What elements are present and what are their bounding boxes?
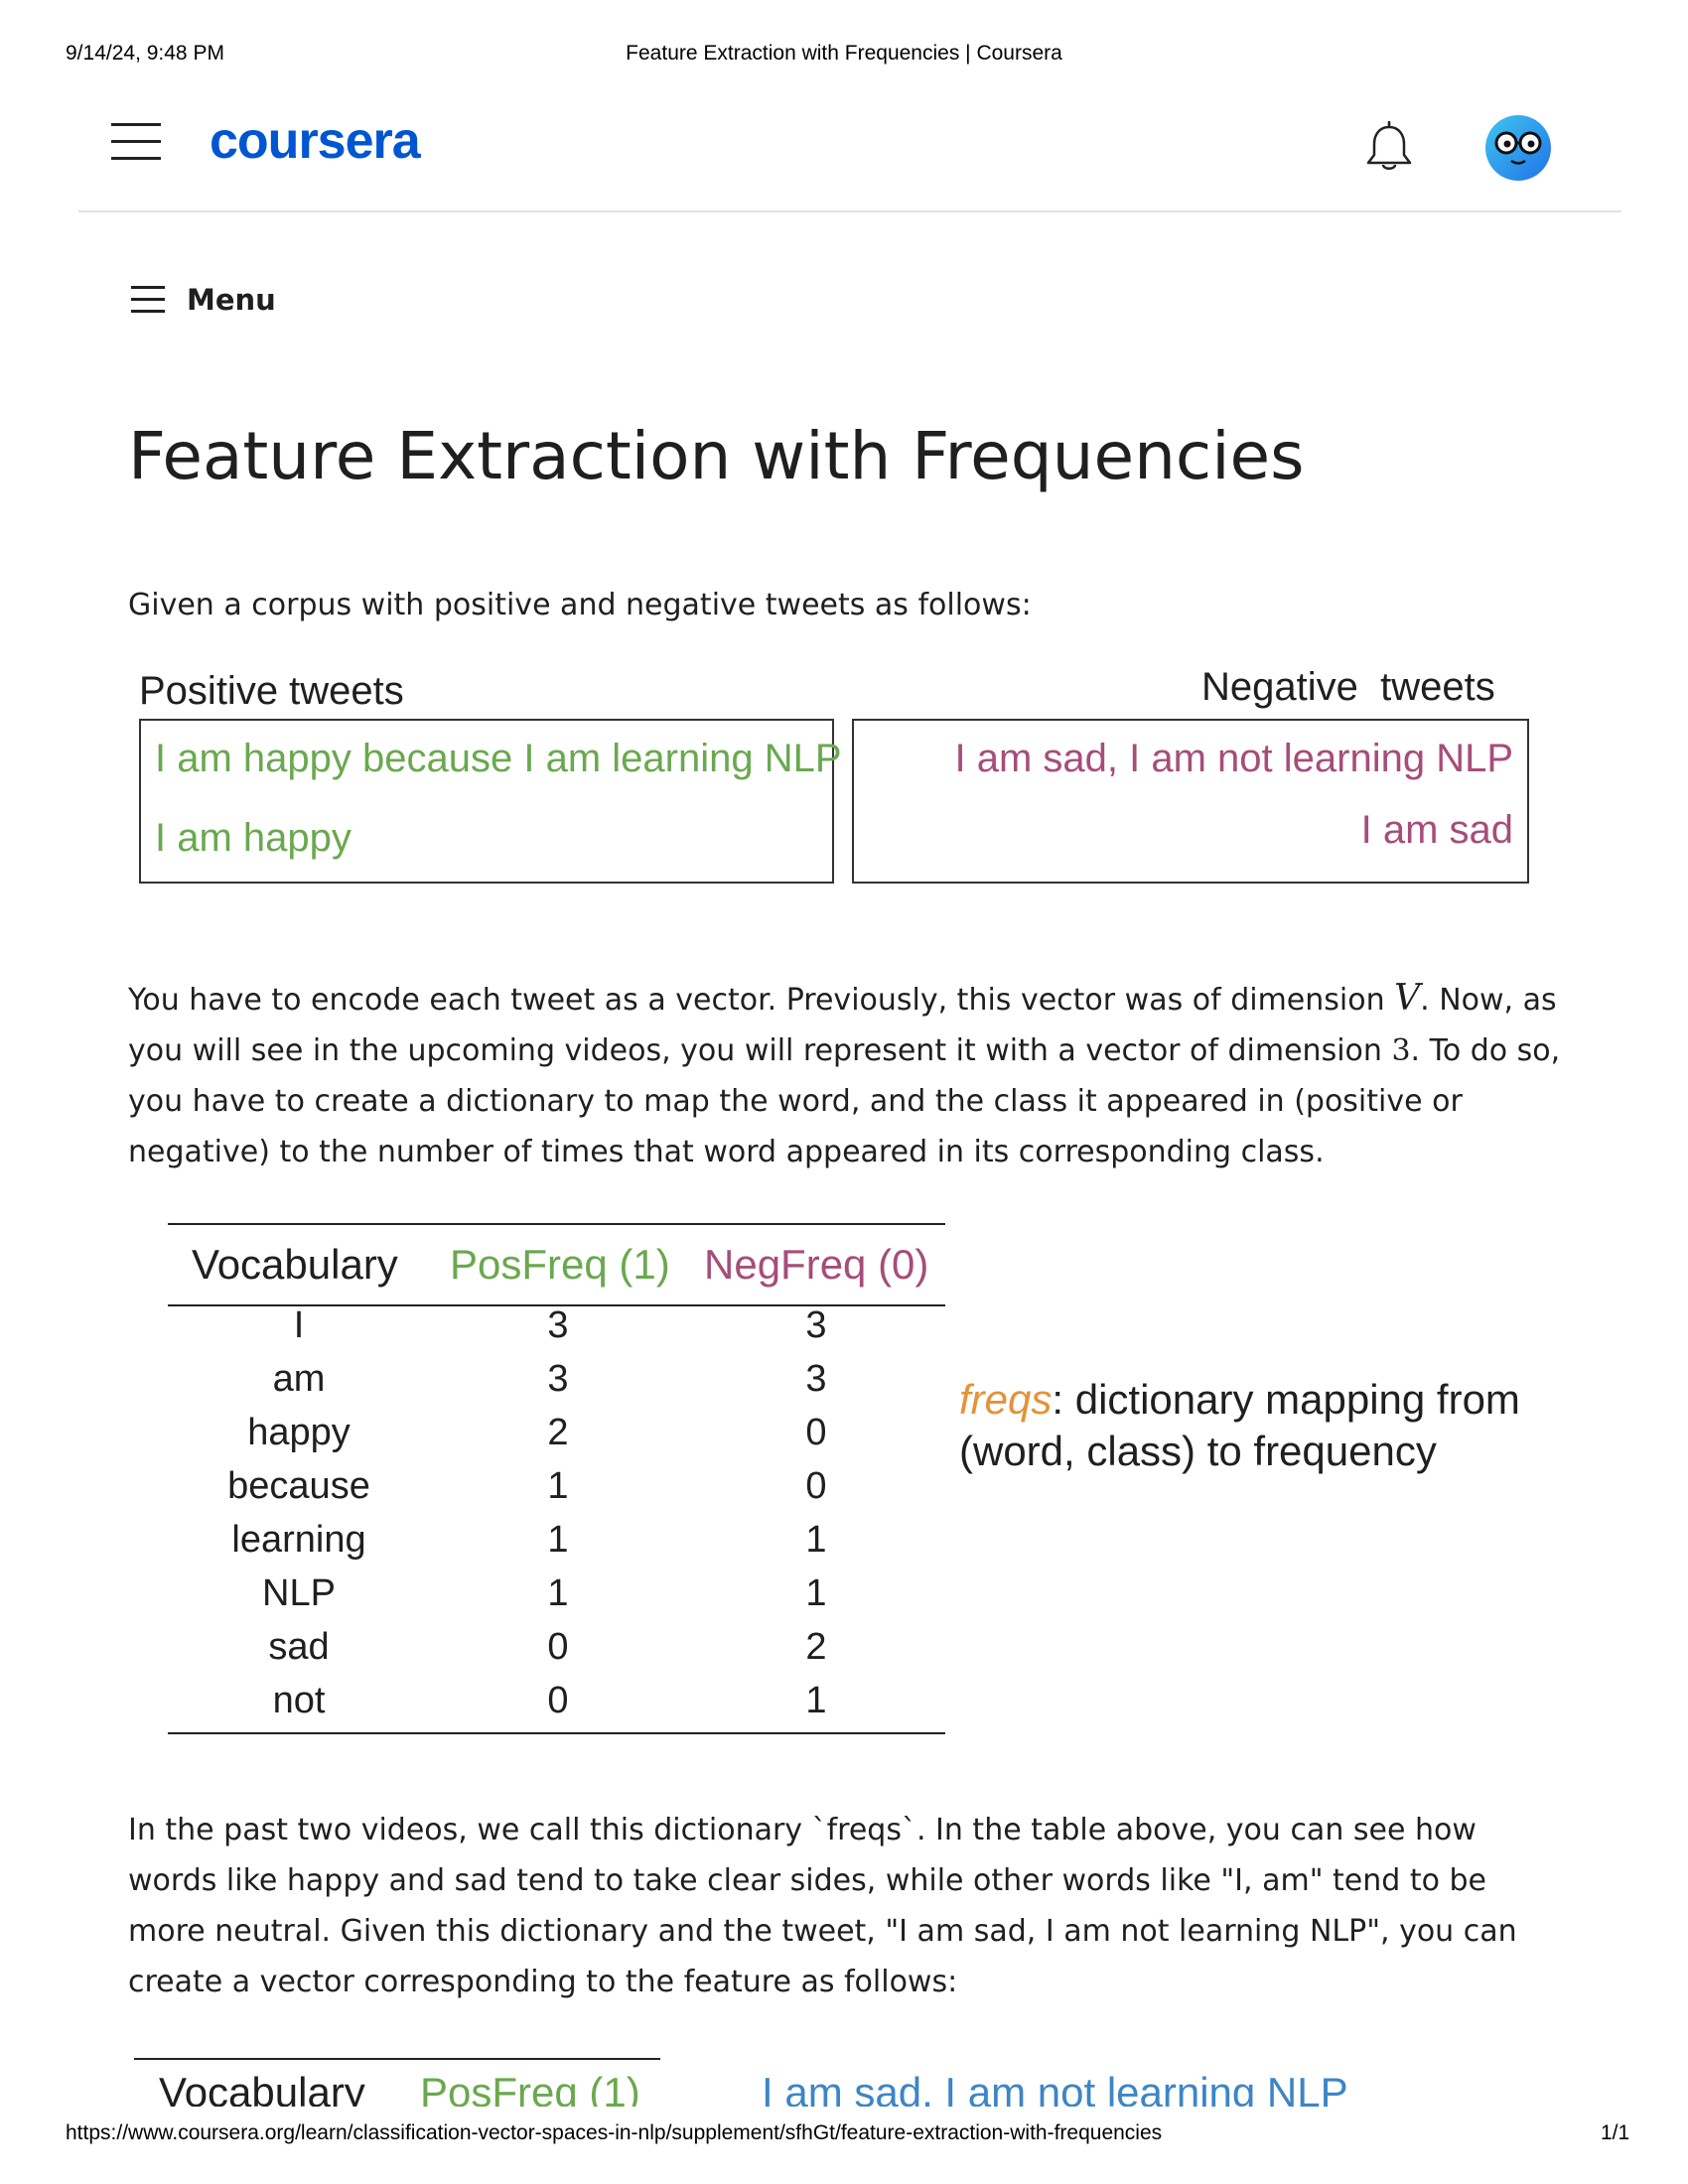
negfreq-cell: 0 (805, 1412, 827, 1453)
col-header-negfreq: NegFreq (0) (704, 1241, 929, 1288)
intro-text: Given a corpus with positive and negativ… (128, 588, 1032, 622)
partial-table-top-rule (134, 2058, 660, 2060)
freqs-note: freqs: dictionary mapping from (word, cl… (959, 1376, 1520, 1474)
hamburger-icon[interactable] (111, 123, 161, 163)
negative-tweet: I am sad, I am not learning NLP (954, 737, 1514, 780)
negative-tweets-box: I am sad, I am not learning NLP I am sad (852, 719, 1529, 884)
posfreq-cell: 0 (547, 1626, 569, 1668)
negfreq-cell: 1 (805, 1572, 827, 1614)
menu-label: Menu (187, 283, 276, 317)
col-header-vocabulary: Vocabulary (192, 1241, 398, 1288)
negfreq-cell: 1 (805, 1680, 827, 1721)
negfreq-cell: 1 (805, 1519, 827, 1561)
negfreq-cell: 2 (805, 1626, 827, 1668)
table-bottom-rule (168, 1732, 945, 1734)
vocab-word-cell: because (227, 1465, 370, 1507)
partial-col-header-posfreq: PosFreq (1) (420, 2069, 640, 2107)
negfreq-cell: 3 (805, 1358, 827, 1400)
posfreq-cell: 1 (547, 1519, 569, 1561)
vocab-word-cell: I (293, 1304, 305, 1346)
vocab-word-cell: learning (231, 1519, 366, 1561)
vocab-word-cell: sad (268, 1626, 330, 1668)
positive-tweets-header: Positive tweets (139, 669, 404, 713)
positive-tweet: I am happy because I am learning NLP (155, 737, 842, 780)
posfreq-cell: 3 (547, 1304, 569, 1346)
print-title: Feature Extraction with Frequencies | Co… (626, 42, 1062, 65)
negfreq-cell: 3 (805, 1304, 827, 1346)
posfreq-cell: 1 (547, 1465, 569, 1507)
negative-tweet: I am sad (1360, 808, 1513, 852)
menu-icon (131, 286, 165, 314)
col-header-posfreq: PosFreq (1) (450, 1241, 670, 1288)
vocab-word-cell: happy (247, 1412, 351, 1453)
header-divider (78, 210, 1621, 212)
posfreq-cell: 0 (547, 1680, 569, 1721)
avatar[interactable] (1485, 115, 1551, 181)
negfreq-cell: 0 (805, 1465, 827, 1507)
positive-tweets-box: I am happy because I am learning NLP I a… (139, 719, 842, 884)
partial-table-clip: Vocabulary PosFreq (1) I am sad, I am no… (0, 2067, 1688, 2107)
coursera-logo[interactable]: coursera (210, 111, 421, 171)
posfreq-cell: 1 (547, 1572, 569, 1614)
posfreq-cell: 3 (547, 1358, 569, 1400)
footer-page-number: 1/1 (1601, 2121, 1630, 2144)
menu-button[interactable]: Menu (131, 280, 276, 320)
vocab-word-cell: am (272, 1358, 326, 1400)
footer-url: https://www.coursera.org/learn/classific… (66, 2121, 1163, 2144)
partial-tweet-label: I am sad, I am not learning NLP (762, 2069, 1348, 2107)
table-top-rule (168, 1223, 945, 1225)
encode-paragraph: You have to encode each tweet as a vecto… (128, 978, 1561, 1169)
partial-col-header-vocabulary: Vocabulary (159, 2069, 365, 2107)
bell-icon[interactable] (1362, 119, 1416, 175)
vocab-word-cell: NLP (262, 1572, 336, 1614)
positive-tweet: I am happy (155, 816, 352, 860)
posfreq-cell: 2 (547, 1412, 569, 1453)
vocab-word-cell: not (272, 1680, 326, 1721)
freqs-explanation-paragraph: In the past two videos, we call this dic… (128, 1813, 1517, 1999)
negative-tweets-header: Negative tweets (1201, 665, 1495, 709)
page-title: Feature Extraction with Frequencies (128, 418, 1305, 494)
